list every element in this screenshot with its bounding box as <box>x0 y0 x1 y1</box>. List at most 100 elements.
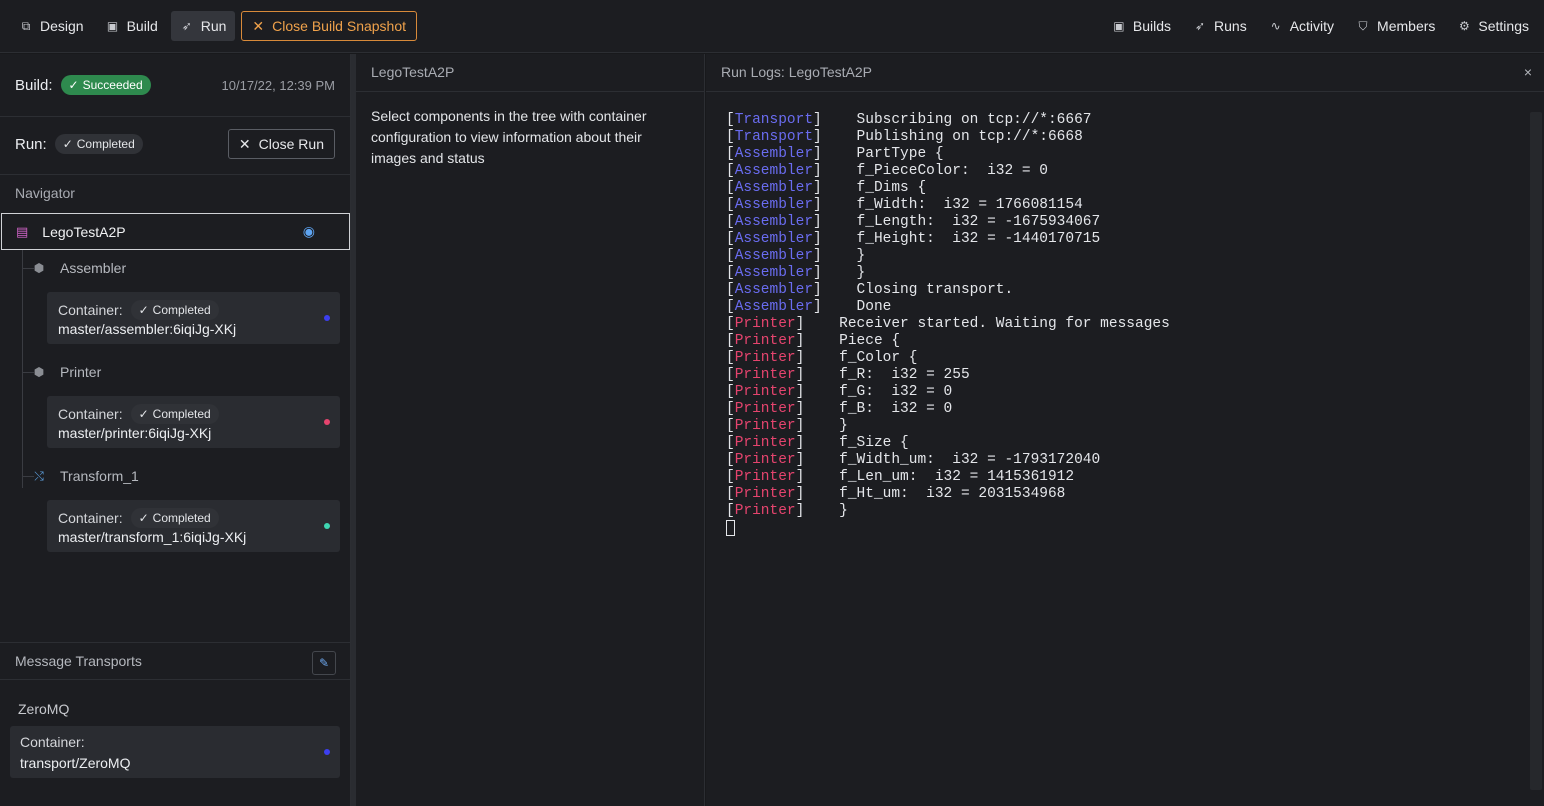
log-line: [Assembler] } <box>726 265 1526 282</box>
log-message: f_Ht_um: i32 = 2031534968 <box>839 486 1066 502</box>
log-padding <box>822 129 857 145</box>
log-source: Assembler <box>734 299 814 315</box>
bracket: ] <box>813 248 822 264</box>
log-message: Publishing on tcp://*:6668 <box>856 129 1083 145</box>
tab-label: Run <box>200 18 227 34</box>
log-line: [Assembler] f_Dims { <box>726 180 1526 197</box>
log-source: Printer <box>734 469 796 485</box>
tab-label: Design <box>40 18 84 34</box>
bracket: ] <box>813 146 822 162</box>
log-source: Printer <box>734 435 796 451</box>
log-padding <box>822 248 857 264</box>
tree-root-node[interactable]: ▤ LegoTestA2P ◉ <box>1 213 350 250</box>
project-nav: ▣ Builds ➶ Runs ∿ Activity ⛉ Members ⚙ Settings <box>1103 11 1544 41</box>
bracket: [ <box>726 112 735 128</box>
container-card-assembler[interactable]: Container: ✓ Completed master/assembler:… <box>47 292 340 344</box>
close-icon[interactable]: × <box>1524 64 1532 80</box>
run-status-text: Completed <box>76 137 135 151</box>
close-build-snapshot-label: Close Build Snapshot <box>272 18 407 34</box>
log-source: Assembler <box>734 282 814 298</box>
log-message: f_Width: i32 = 1766081154 <box>856 197 1083 213</box>
edit-transports-button[interactable]: ✎ <box>312 651 336 675</box>
container-status-text: Completed <box>152 511 211 525</box>
nav-members[interactable]: ⛉ Members <box>1347 11 1444 41</box>
close-run-button[interactable]: ✕ Close Run <box>227 129 335 159</box>
bracket: [ <box>726 129 735 145</box>
log-terminal[interactable]: [Transport] Subscribing on tcp://*:6667[… <box>726 112 1526 792</box>
nav-settings[interactable]: ⚙ Settings <box>1448 11 1538 41</box>
log-padding <box>822 197 857 213</box>
log-source: Printer <box>734 401 796 417</box>
check-icon: ✓ <box>138 407 149 421</box>
bracket: [ <box>726 452 735 468</box>
log-source: Printer <box>734 333 796 349</box>
log-source: Assembler <box>734 214 814 230</box>
bracket: [ <box>726 367 735 383</box>
log-message: f_B: i32 = 0 <box>839 401 953 417</box>
build-label: Build: <box>15 76 53 94</box>
container-image: transport/ZeroMQ <box>20 755 131 771</box>
log-message: PartType { <box>856 146 944 162</box>
terminal-icon: ▣ <box>1113 19 1125 33</box>
log-padding <box>804 486 839 502</box>
tree-node-assembler[interactable]: ⬢ Assembler <box>32 260 126 276</box>
nav-label: Members <box>1377 18 1436 34</box>
build-timestamp: 10/17/22, 12:39 PM <box>221 77 335 93</box>
transport-name: ZeroMQ <box>18 701 70 717</box>
log-line: [Assembler] f_Width: i32 = 1766081154 <box>726 197 1526 214</box>
nav-label: Runs <box>1214 18 1247 34</box>
close-icon: ✕ <box>252 17 265 34</box>
activity-icon: ∿ <box>1270 19 1281 33</box>
log-source: Assembler <box>734 197 814 213</box>
log-padding <box>804 350 839 366</box>
nav-builds[interactable]: ▣ Builds <box>1103 11 1180 41</box>
check-icon: ✓ <box>138 303 149 317</box>
tab-design[interactable]: ⧉ Design <box>10 11 93 41</box>
tab-run[interactable]: ➶ Run <box>170 11 236 41</box>
container-card-printer[interactable]: Container: ✓ Completed master/printer:6i… <box>47 396 340 448</box>
close-icon: ✕ <box>238 135 251 152</box>
log-line: [Printer] f_Len_um: i32 = 1415361912 <box>726 469 1526 486</box>
divider <box>706 91 1544 92</box>
nav-label: Builds <box>1132 18 1172 34</box>
log-padding <box>804 503 839 519</box>
log-message: f_G: i32 = 0 <box>839 384 953 400</box>
navigator-panel: Build: ✓ Succeeded 10/17/22, 12:39 PM Ru… <box>0 54 351 806</box>
log-padding <box>804 333 839 349</box>
log-padding <box>822 282 857 298</box>
log-line: [Printer] } <box>726 418 1526 435</box>
log-source: Printer <box>734 418 796 434</box>
pencil-icon: ✎ <box>318 656 330 670</box>
log-source: Assembler <box>734 231 814 247</box>
container-label: Container: <box>58 302 123 318</box>
tab-build[interactable]: ▣ Build <box>97 11 167 41</box>
nav-runs[interactable]: ➶ Runs <box>1184 11 1256 41</box>
bracket: [ <box>726 146 735 162</box>
tree-node-transform[interactable]: ⤭ Transform_1 <box>32 468 139 484</box>
check-icon: ✓ <box>62 137 73 151</box>
log-message: f_Len_um: i32 = 1415361912 <box>839 469 1075 485</box>
log-padding <box>822 112 857 128</box>
nav-activity[interactable]: ∿ Activity <box>1260 11 1343 41</box>
log-source: Printer <box>734 452 796 468</box>
message-transports-header: Message Transports ✎ <box>0 642 351 680</box>
shield-icon: ⛉ <box>1358 18 1368 33</box>
eye-icon[interactable]: ◉ <box>303 223 315 240</box>
container-image: master/printer:6iqiJg-XKj <box>58 425 212 441</box>
close-build-snapshot-button[interactable]: ✕ Close Build Snapshot <box>241 11 418 41</box>
log-message: f_Size { <box>839 435 909 451</box>
root-node-name: LegoTestA2P <box>42 223 126 240</box>
check-icon: ✓ <box>68 78 79 92</box>
divider <box>356 91 705 92</box>
build-status-badge: ✓ Succeeded <box>60 75 151 95</box>
log-line: [Printer] Receiver started. Waiting for … <box>726 316 1526 333</box>
tree-connector <box>22 250 23 488</box>
container-card-zeromq[interactable]: Container: transport/ZeroMQ <box>10 726 340 778</box>
log-message: Subscribing on tcp://*:6667 <box>856 112 1092 128</box>
log-scrollbar[interactable] <box>1530 112 1542 790</box>
tree-node-printer[interactable]: ⬢ Printer <box>32 364 101 380</box>
log-padding <box>822 214 857 230</box>
bracket: ] <box>813 112 822 128</box>
container-card-transform[interactable]: Container: ✓ Completed master/transform_… <box>47 500 340 552</box>
run-logs-title: Run Logs: LegoTestA2P <box>721 64 872 80</box>
